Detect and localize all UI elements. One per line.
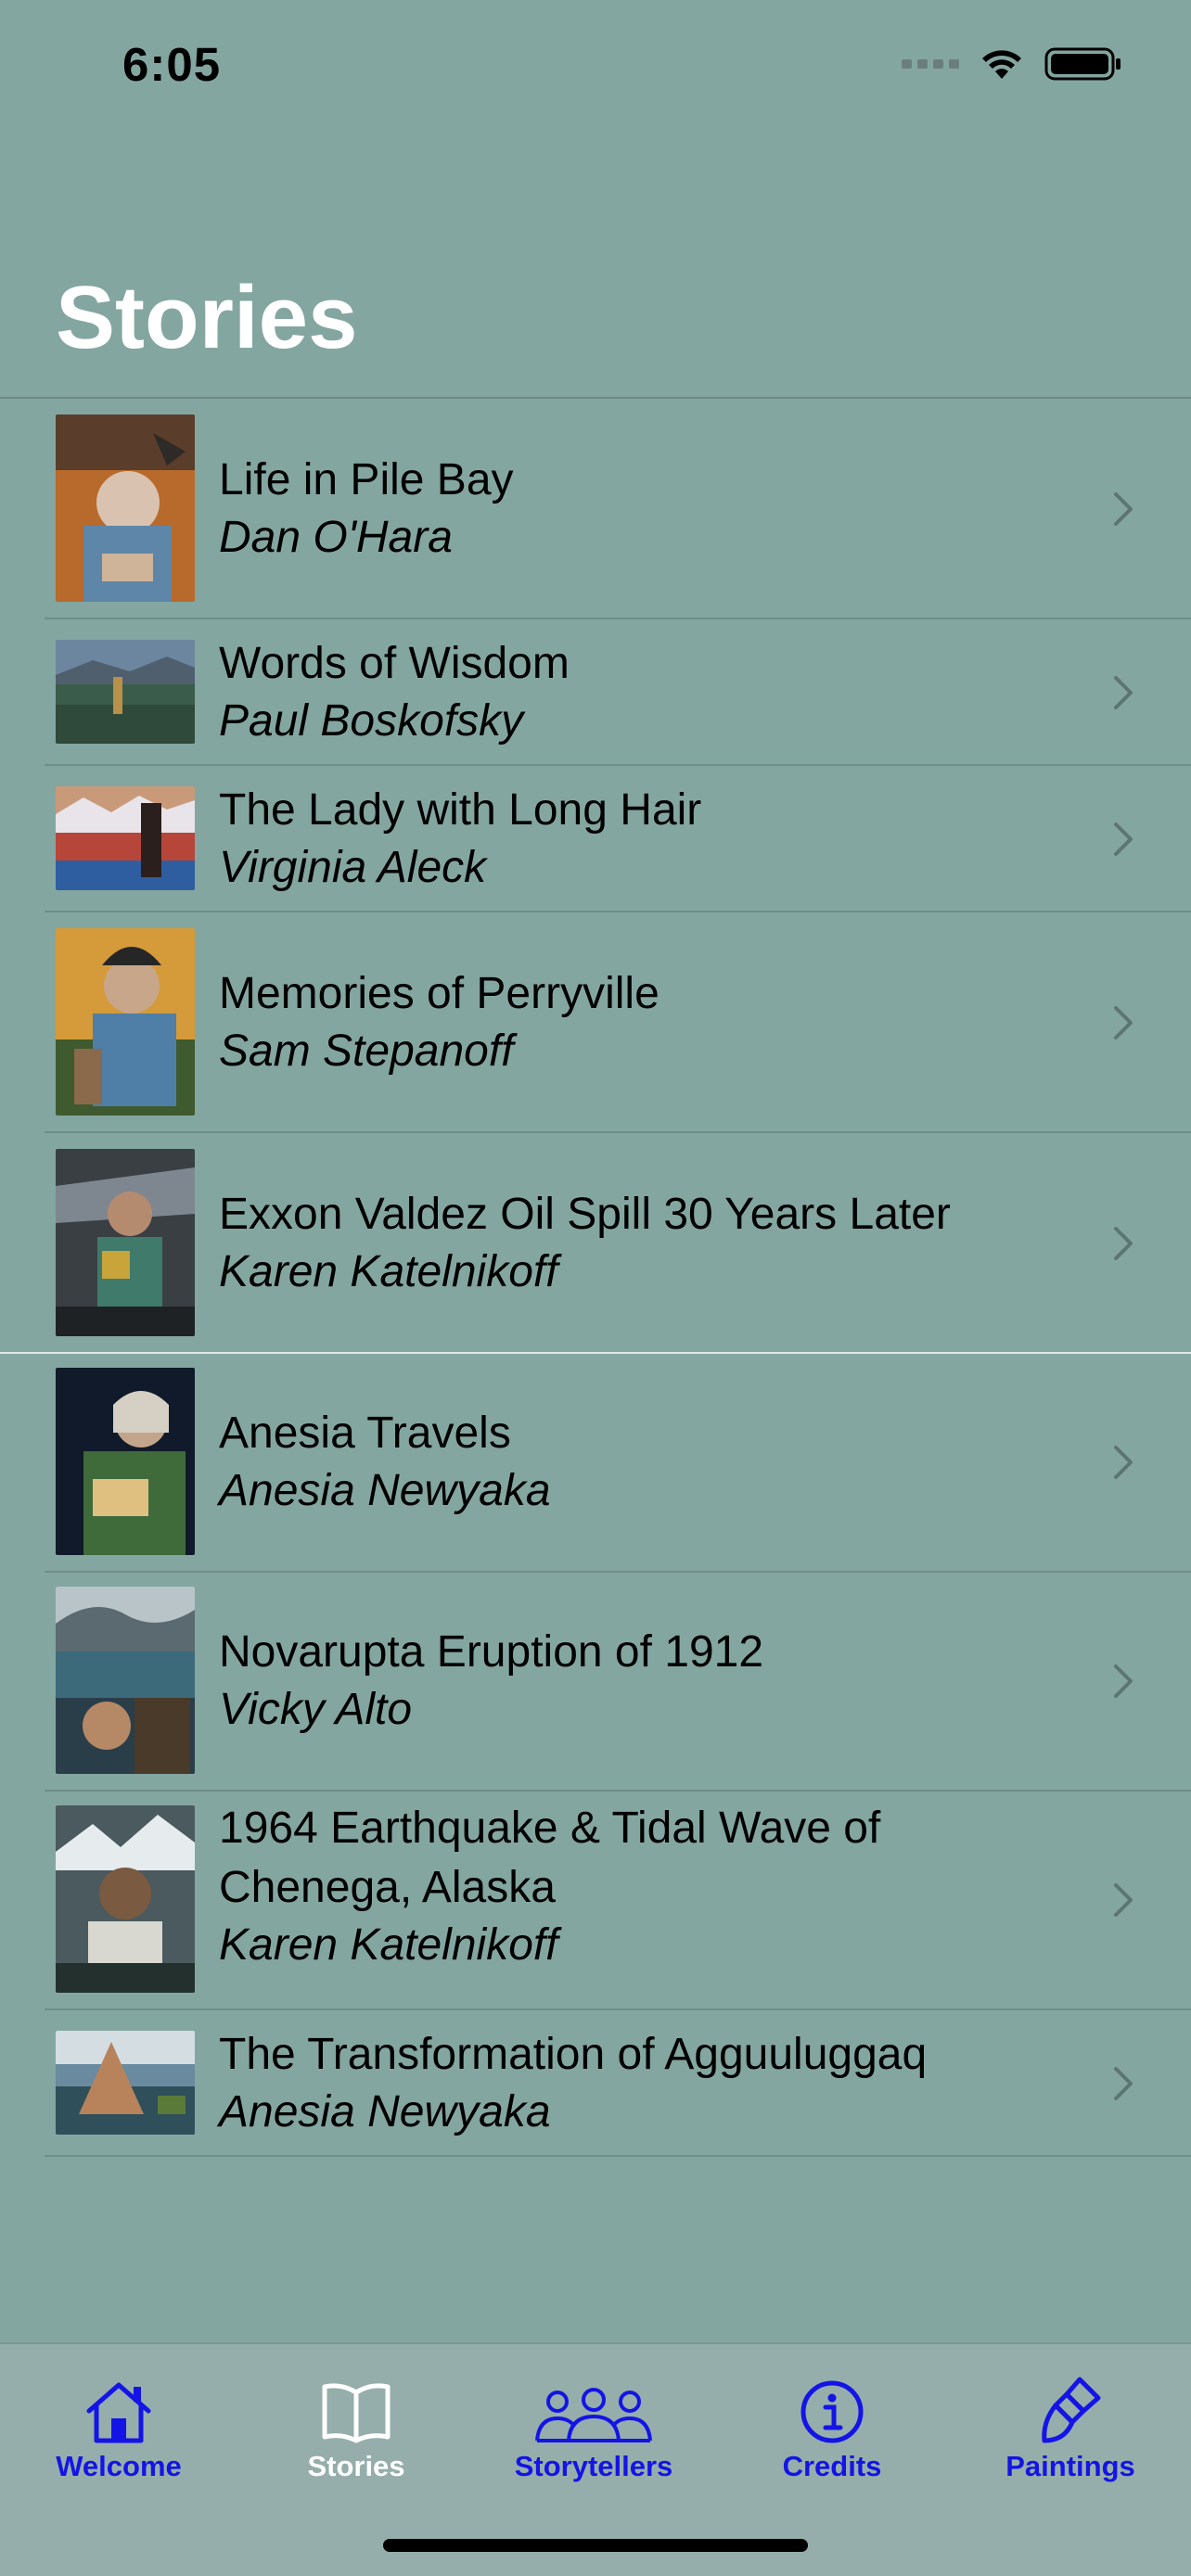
story-author: Anesia Newyaka xyxy=(219,2087,551,2136)
story-row[interactable]: Memories of Perryville Sam Stepanoff xyxy=(0,912,1191,1133)
story-row[interactable]: Words of Wisdom Paul Boskofsky xyxy=(0,619,1191,766)
info-circle-icon xyxy=(800,2380,864,2443)
story-title: Memories of Perryville xyxy=(219,969,660,1018)
story-thumbnail xyxy=(56,1805,195,1993)
paintbrush-icon xyxy=(1042,2377,1101,2443)
story-thumbnail xyxy=(56,1149,195,1336)
story-row[interactable]: Anesia Travels Anesia Newyaka xyxy=(0,1354,1191,1573)
chevron-right-icon xyxy=(1114,1446,1133,1479)
story-thumbnail xyxy=(56,2031,195,2135)
people-icon xyxy=(535,2388,652,2442)
chevron-right-icon xyxy=(1114,492,1133,526)
story-title: Words of Wisdom xyxy=(219,639,570,688)
story-row[interactable]: Life in Pile Bay Dan O'Hara xyxy=(0,399,1191,619)
home-indicator[interactable] xyxy=(383,2539,808,2552)
battery-icon xyxy=(1044,47,1121,81)
tab-stories[interactable]: Stories xyxy=(263,2370,449,2509)
story-author: Karen Katelnikoff xyxy=(219,1247,558,1296)
tab-storytellers[interactable]: Storytellers xyxy=(501,2370,686,2509)
story-author: Paul Boskofsky xyxy=(219,696,524,746)
story-author: Karen Katelnikoff xyxy=(219,1920,558,1970)
status-icons xyxy=(902,46,1122,82)
story-thumbnail xyxy=(56,640,195,744)
story-title: Anesia Travels xyxy=(219,1409,511,1458)
story-author: Anesia Newyaka xyxy=(219,1466,551,1515)
story-author: Vicky Alto xyxy=(219,1685,413,1734)
house-icon xyxy=(86,2382,151,2443)
story-title: The Lady with Long Hair xyxy=(219,785,702,835)
tab-label: Storytellers xyxy=(514,2450,673,2482)
tab-welcome[interactable]: Welcome xyxy=(26,2370,211,2509)
story-author: Sam Stepanoff xyxy=(219,1027,514,1076)
chevron-right-icon xyxy=(1114,823,1133,856)
story-title: 1964 Earthquake & Tidal Wave of Chenega,… xyxy=(219,1804,881,1912)
status-time: 6:05 xyxy=(122,38,222,91)
story-row[interactable]: Novarupta Eruption of 1912 Vicky Alto xyxy=(0,1573,1191,1792)
story-thumbnail xyxy=(56,1587,195,1774)
story-author: Virginia Aleck xyxy=(219,843,487,892)
chevron-right-icon xyxy=(1114,1883,1133,1917)
tab-label: Stories xyxy=(307,2450,405,2482)
chevron-right-icon xyxy=(1114,1006,1133,1039)
story-thumbnail xyxy=(56,786,195,890)
story-row[interactable]: The Lady with Long Hair Virginia Aleck xyxy=(0,766,1191,912)
story-row[interactable]: Exxon Valdez Oil Spill 30 Years Later Ka… xyxy=(0,1133,1191,1354)
story-title: Life in Pile Bay xyxy=(219,455,514,504)
story-title: Novarupta Eruption of 1912 xyxy=(219,1627,764,1677)
chevron-right-icon xyxy=(1114,2067,1133,2100)
chevron-right-icon xyxy=(1114,1664,1133,1698)
story-author: Dan O'Hara xyxy=(219,513,453,562)
cellular-signal-icon xyxy=(902,59,959,69)
story-title: Exxon Valdez Oil Spill 30 Years Later xyxy=(219,1190,951,1239)
story-row[interactable]: The Transformation of Agguuluggaq Anesia… xyxy=(0,2010,1191,2157)
row-divider xyxy=(45,2155,1191,2157)
tab-label: Paintings xyxy=(1005,2450,1135,2482)
book-icon xyxy=(322,2383,391,2443)
tab-credits[interactable]: Credits xyxy=(739,2370,925,2509)
chevron-right-icon xyxy=(1114,1227,1133,1260)
page-title: Stories xyxy=(56,268,358,367)
story-thumbnail xyxy=(56,414,195,602)
wifi-icon xyxy=(982,50,1021,79)
story-title: The Transformation of Agguuluggaq xyxy=(219,2030,928,2079)
tab-label: Credits xyxy=(782,2450,882,2482)
story-row[interactable]: 1964 Earthquake & Tidal Wave of Chenega,… xyxy=(0,1792,1191,2010)
tab-paintings[interactable]: Paintings xyxy=(978,2370,1163,2509)
tab-label: Welcome xyxy=(56,2450,182,2482)
story-thumbnail xyxy=(56,1368,195,1555)
status-bar: 6:05 xyxy=(0,0,1191,139)
chevron-right-icon xyxy=(1114,676,1133,709)
story-thumbnail xyxy=(56,928,195,1116)
